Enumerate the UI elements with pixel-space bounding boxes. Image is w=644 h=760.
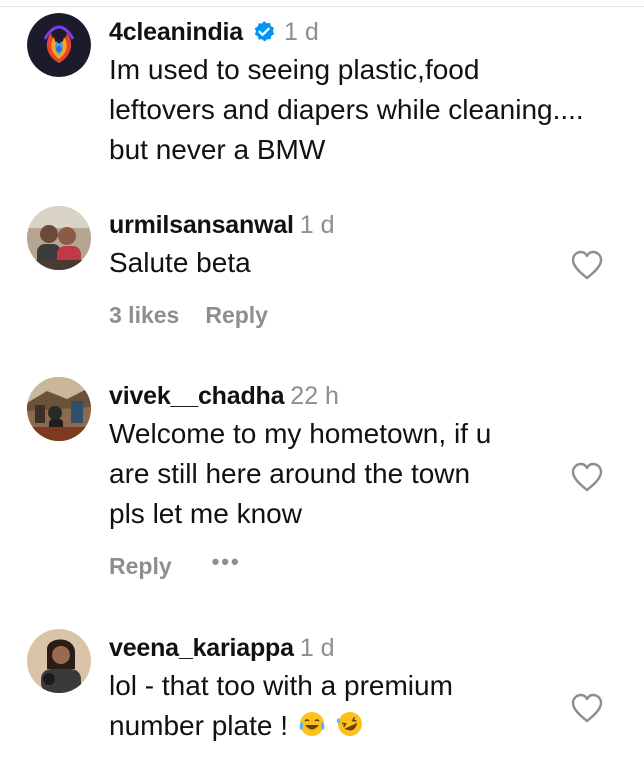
comment-text-line: Im used to seeing plastic,food — [109, 54, 480, 85]
comment-body: 4cleanindia 1 d Im used to seeing plasti… — [109, 14, 589, 170]
timestamp[interactable]: 1 d — [300, 630, 335, 666]
username[interactable]: veena_kariappa — [109, 630, 294, 666]
timestamp[interactable]: 22 h — [290, 378, 339, 414]
comment-text-line: lol - that too with a premium — [109, 670, 453, 701]
comment-text-line: are still here around the town — [109, 458, 471, 489]
username[interactable]: 4cleanindia — [109, 14, 243, 50]
avatar[interactable] — [27, 13, 91, 77]
username[interactable]: urmilsansanwal — [109, 207, 294, 243]
avatar[interactable] — [27, 629, 91, 693]
comment-header: veena_kariappa 1 d — [109, 630, 589, 666]
heart-icon[interactable] — [570, 462, 604, 492]
username[interactable]: vivek__chadha — [109, 378, 284, 414]
comment-body: veena_kariappa 1 d lol - that too with a… — [109, 630, 589, 746]
comment-text-line: but never a BMW — [109, 134, 326, 165]
comment-text: Im used to seeing plastic,food leftovers… — [109, 50, 589, 170]
comment-text-fragment: number plate ! — [109, 710, 288, 741]
comment-text-line: Salute beta — [109, 247, 251, 278]
street-photo-avatar — [27, 377, 91, 441]
comment-text-line: leftovers and diapers while cleaning.... — [109, 94, 584, 125]
avatar[interactable] — [27, 377, 91, 441]
heart-icon[interactable] — [570, 250, 604, 280]
comment-text: Salute beta — [109, 243, 589, 283]
verified-badge-icon — [252, 20, 276, 44]
comment-body: vivek__chadha 22 h Welcome to my hometow… — [109, 378, 589, 586]
comment-text: Welcome to my hometown, if u are still h… — [109, 414, 589, 534]
heart-icon[interactable] — [570, 693, 604, 723]
likes-count[interactable]: 3 likes — [109, 302, 179, 329]
peacock-logo-avatar — [27, 13, 91, 77]
comment-text-line: pls let me know — [109, 498, 302, 529]
comment-header: urmilsansanwal 1 d — [109, 207, 589, 243]
top-divider — [0, 6, 644, 7]
comment-body: urmilsansanwal 1 d Salute beta 3 likes R… — [109, 207, 589, 335]
timestamp[interactable]: 1 d — [284, 14, 319, 50]
comment-header: vivek__chadha 22 h — [109, 378, 589, 414]
comment-text-line: number plate ! — [109, 706, 589, 746]
couple-photo-avatar — [27, 206, 91, 270]
comment-actions: 3 likes Reply — [109, 295, 589, 335]
more-options-icon[interactable]: ••• — [212, 551, 241, 573]
comment-text: lol - that too with a premium number pla… — [109, 666, 589, 746]
face-with-tears-of-joy-icon — [299, 712, 325, 736]
reply-button[interactable]: Reply — [205, 302, 268, 329]
avatar[interactable] — [27, 206, 91, 270]
rolling-on-floor-laughing-icon — [336, 712, 362, 736]
reply-button[interactable]: Reply — [109, 553, 172, 580]
comment-text-line: Welcome to my hometown, if u — [109, 418, 492, 449]
comment-header: 4cleanindia 1 d — [109, 14, 589, 50]
comment-actions: Reply ••• — [109, 546, 589, 586]
timestamp[interactable]: 1 d — [300, 207, 335, 243]
woman-photo-avatar — [27, 629, 91, 693]
